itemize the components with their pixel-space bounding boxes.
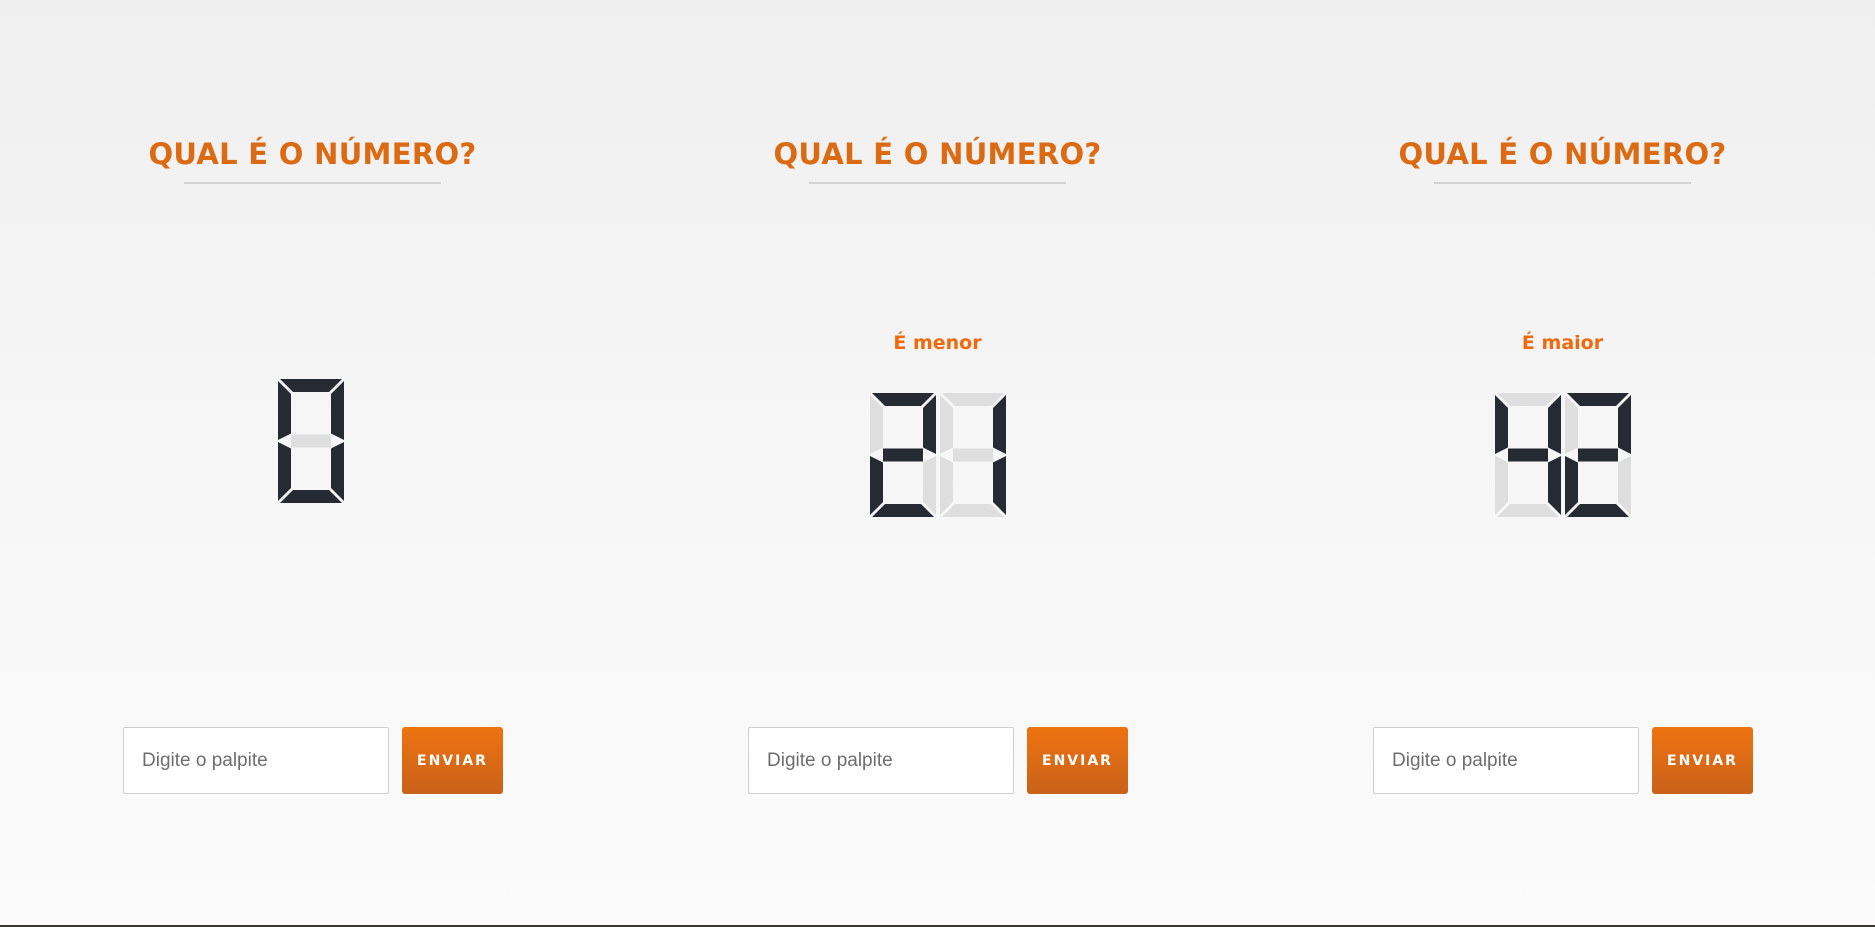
segment-e	[1495, 456, 1508, 515]
segment-a	[280, 379, 342, 392]
games-container: QUAL É O NÚMERO? ENVIAR QUAL É O NÚMERO?…	[0, 0, 1875, 927]
send-button[interactable]: ENVIAR	[1027, 727, 1128, 794]
segment-c	[923, 456, 936, 515]
segment-g	[291, 434, 331, 448]
game-panel-3: QUAL É O NÚMERO? É maior ENVIAR	[1250, 0, 1875, 927]
guess-input[interactable]	[1373, 727, 1639, 794]
segment-e	[1565, 456, 1578, 515]
segment-f	[940, 395, 953, 454]
segment-a	[942, 393, 1004, 406]
digit-1	[1495, 393, 1561, 517]
seven-segment-display	[870, 393, 1006, 517]
segment-b	[1548, 395, 1561, 454]
segment-d	[1497, 504, 1559, 517]
segment-f	[278, 381, 291, 440]
title-divider	[809, 182, 1066, 184]
guess-form: ENVIAR	[748, 727, 1128, 794]
digit-1	[870, 393, 936, 517]
game-panel-2: QUAL É O NÚMERO? É menor ENVIAR	[625, 0, 1250, 927]
segment-g	[1578, 448, 1618, 462]
segment-b	[331, 381, 344, 440]
send-button[interactable]: ENVIAR	[402, 727, 503, 794]
segment-a	[872, 393, 934, 406]
digit-2	[1565, 393, 1631, 517]
guess-form: ENVIAR	[123, 727, 503, 794]
segment-f	[870, 395, 883, 454]
digit-1	[278, 379, 344, 503]
segment-a	[1567, 393, 1629, 406]
segment-f	[1495, 395, 1508, 454]
segment-a	[1497, 393, 1559, 406]
segment-c	[1618, 456, 1631, 515]
segment-g	[1508, 448, 1548, 462]
segment-d	[1567, 504, 1629, 517]
segment-e	[940, 456, 953, 515]
segment-g	[953, 448, 993, 462]
segment-c	[1548, 456, 1561, 515]
send-button[interactable]: ENVIAR	[1652, 727, 1753, 794]
hint-text: É maior	[1521, 332, 1604, 354]
segment-e	[870, 456, 883, 515]
game-title: QUAL É O NÚMERO?	[1398, 137, 1727, 171]
segment-g	[883, 448, 923, 462]
game-title: QUAL É O NÚMERO?	[773, 137, 1102, 171]
title-divider	[1434, 182, 1691, 184]
segment-d	[872, 504, 934, 517]
segment-d	[942, 504, 1004, 517]
guess-input[interactable]	[748, 727, 1014, 794]
segment-c	[331, 442, 344, 501]
digit-2	[940, 393, 1006, 517]
game-panel-1: QUAL É O NÚMERO? ENVIAR	[0, 0, 625, 927]
segment-e	[278, 442, 291, 501]
segment-b	[1618, 395, 1631, 454]
title-divider	[184, 182, 441, 184]
segment-d	[280, 490, 342, 503]
game-title: QUAL É O NÚMERO?	[148, 137, 477, 171]
segment-f	[1565, 395, 1578, 454]
segment-b	[923, 395, 936, 454]
seven-segment-display	[1495, 393, 1631, 517]
guess-input[interactable]	[123, 727, 389, 794]
guess-form: ENVIAR	[1373, 727, 1753, 794]
seven-segment-display	[278, 379, 344, 503]
hint-text: É menor	[893, 332, 982, 354]
segment-c	[993, 456, 1006, 515]
segment-b	[993, 395, 1006, 454]
